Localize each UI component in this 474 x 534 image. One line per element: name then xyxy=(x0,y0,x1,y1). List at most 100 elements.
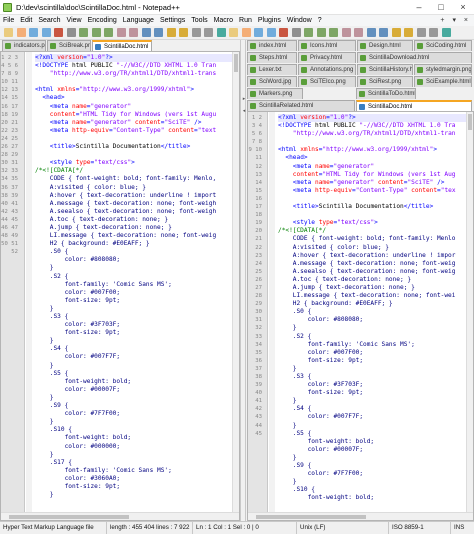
tab-annotations-png[interactable]: Annotations.png xyxy=(298,64,356,75)
window-title: D:\dev\scintilla\doc\ScintillaDoc.html -… xyxy=(16,3,180,12)
minimize-button[interactable]: – xyxy=(408,0,430,15)
tab-privacy-html[interactable]: Privacy.html xyxy=(298,52,356,63)
save-all-button[interactable] xyxy=(41,28,51,37)
undo-button[interactable] xyxy=(116,28,126,37)
sync-scroll-button[interactable] xyxy=(216,28,226,37)
tab-scintillahistory-html[interactable]: ScintillaHistory.html xyxy=(357,64,413,75)
menu-encoding[interactable]: Encoding xyxy=(85,15,120,26)
toolbar-button-19-button[interactable] xyxy=(229,28,238,37)
left-code[interactable]: <?xml version="1.0"?> <!DOCTYPE html PUB… xyxy=(35,54,239,499)
menu-search[interactable]: Search xyxy=(35,15,63,26)
right-horizontal-scrollbar[interactable] xyxy=(248,512,473,520)
status-length-lines: length : 455 404 lines : 7 922 xyxy=(106,522,192,534)
title-bar: D:\dev\scintilla\doc\ScintillaDoc.html -… xyxy=(0,0,474,15)
menu-plugins[interactable]: Plugins xyxy=(255,15,284,26)
toolbar-button-22-button[interactable] xyxy=(266,28,276,37)
right-fold-margin[interactable] xyxy=(269,112,275,520)
left-editor[interactable]: 1 2 3 4 5 6 7 8 9 10 11 12 13 14 15 16 1… xyxy=(0,51,240,521)
left-fold-margin[interactable] xyxy=(26,52,32,520)
macro-record-button[interactable] xyxy=(191,28,201,37)
redo-button[interactable] xyxy=(129,28,138,37)
right-editor[interactable]: 1 2 3 4 5 6 7 8 9 10 11 12 13 14 15 16 1… xyxy=(247,111,474,521)
replace-button[interactable] xyxy=(154,28,163,37)
status-file-type: Hyper Text Markup Language file xyxy=(3,524,94,531)
menu-macro[interactable]: Macro xyxy=(211,15,236,26)
menu-window[interactable]: Window xyxy=(284,15,315,26)
save-button[interactable] xyxy=(29,28,38,37)
open-file-button[interactable] xyxy=(16,28,26,37)
menu-settings[interactable]: Settings xyxy=(157,15,188,26)
toolbar-button-26-button[interactable] xyxy=(316,28,326,37)
toolbar xyxy=(0,26,474,40)
close-window-button[interactable]: × xyxy=(452,0,474,15)
copy-button[interactable] xyxy=(91,28,101,37)
tab-icons-html[interactable]: Icons.html xyxy=(298,40,356,51)
tab-scirest-png[interactable]: SciRest.png xyxy=(357,76,413,87)
tab-scintilladownload-html[interactable]: ScintillaDownload.html xyxy=(357,52,472,63)
toolbar-button-20-button[interactable] xyxy=(241,28,251,37)
tab-design-html[interactable]: Design.html xyxy=(357,40,413,51)
menu-right-controls[interactable]: + ▾ × xyxy=(440,15,471,26)
toolbar-button-30-button[interactable] xyxy=(366,28,376,37)
toolbar-button-35-button[interactable] xyxy=(429,28,438,37)
zoom-in-button[interactable] xyxy=(166,28,176,37)
left-horizontal-scrollbar[interactable] xyxy=(1,512,239,520)
tab-sciteico-png[interactable]: SciTEIco.png xyxy=(298,76,356,87)
toolbar-button-34-button[interactable] xyxy=(416,28,426,37)
maximize-button[interactable]: □ xyxy=(430,0,452,15)
menu-edit[interactable]: Edit xyxy=(17,15,35,26)
left-line-numbers: 1 2 3 4 5 6 7 8 9 10 11 12 13 14 15 16 1… xyxy=(1,55,18,256)
status-eol[interactable]: Unix (LF) xyxy=(296,522,388,534)
tab-steps-html[interactable]: Steps.html xyxy=(247,52,297,63)
view-splitter[interactable]: ▸ ◂ xyxy=(240,40,246,521)
tab-index-html[interactable]: index.html xyxy=(247,40,297,51)
tab-sciexample-html[interactable]: SciExample.html xyxy=(414,76,472,87)
right-vertical-scrollbar[interactable] xyxy=(466,112,473,512)
toolbar-button-32-button[interactable] xyxy=(391,28,401,37)
toolbar-button-21-button[interactable] xyxy=(254,28,263,37)
zoom-out-button[interactable] xyxy=(179,28,188,37)
toolbar-button-28-button[interactable] xyxy=(341,28,351,37)
toolbar-button-36-button[interactable] xyxy=(441,28,451,37)
menu-file[interactable]: File xyxy=(0,15,17,26)
status-encoding[interactable]: ISO 8859-1 xyxy=(388,522,450,534)
notepadpp-app-icon xyxy=(3,3,12,12)
print-button[interactable] xyxy=(66,28,76,37)
status-position: Ln : 1 Col : 1 Sel : 0 | 0 xyxy=(192,522,296,534)
menu-bar: File Edit Search View Encoding Language Settin… xyxy=(0,15,474,26)
macro-play-button[interactable] xyxy=(204,28,213,37)
menu-language[interactable]: Language xyxy=(120,15,157,26)
toolbar-button-24-button[interactable] xyxy=(291,28,301,37)
new-file-button[interactable] xyxy=(4,28,13,37)
menu-run[interactable]: Run xyxy=(236,15,255,26)
right-line-numbers: 1 2 3 4 5 6 7 8 9 10 11 12 13 14 15 16 1… xyxy=(248,115,262,437)
menu-tools[interactable]: Tools xyxy=(188,15,210,26)
toolbar-button-33-button[interactable] xyxy=(404,28,413,37)
toolbar-button-23-button[interactable] xyxy=(279,28,288,37)
tab-scicoding-html[interactable]: SciCoding.html xyxy=(414,40,472,51)
tab-lexer-txt[interactable]: Lexer.txt xyxy=(247,64,297,75)
toolbar-button-29-button[interactable] xyxy=(354,28,363,37)
menu-help[interactable]: ? xyxy=(315,15,325,26)
toolbar-button-25-button[interactable] xyxy=(304,28,313,37)
status-bar: Hyper Text Markup Language file length :… xyxy=(0,521,474,534)
tab-styledmargin-png[interactable]: styledmargin.png xyxy=(414,64,472,75)
status-mode: INS xyxy=(450,522,474,534)
close-button[interactable] xyxy=(54,28,63,37)
menu-view[interactable]: View xyxy=(64,15,85,26)
tab-scintillatodo-html[interactable]: ScintillaToDo.html xyxy=(356,88,416,99)
paste-button[interactable] xyxy=(104,28,113,37)
left-vertical-scrollbar[interactable] xyxy=(232,52,239,512)
toolbar-button-31-button[interactable] xyxy=(379,28,388,37)
tab-scintilladoc-html-left[interactable]: ScintillaDoc.html xyxy=(92,40,152,51)
toolbar-button-27-button[interactable] xyxy=(329,28,338,37)
tab-markers-png[interactable]: Markers.png xyxy=(247,88,303,99)
right-code[interactable]: <?xml version="1.0"?> <!DOCTYPE html PUB… xyxy=(278,114,473,503)
tab-sciword-jpg[interactable]: SciWord.jpg xyxy=(247,76,297,87)
find-button[interactable] xyxy=(141,28,151,37)
tab-scintillarelated-html[interactable]: ScintillaRelated.html xyxy=(247,100,355,111)
tab-indicators-png[interactable]: indicators.png xyxy=(2,40,46,51)
tab-scibreak-png[interactable]: SciBreak.png xyxy=(47,40,91,51)
cut-button[interactable] xyxy=(79,28,88,37)
tab-scintilladoc-html-right[interactable]: ScintillaDoc.html xyxy=(356,100,472,111)
